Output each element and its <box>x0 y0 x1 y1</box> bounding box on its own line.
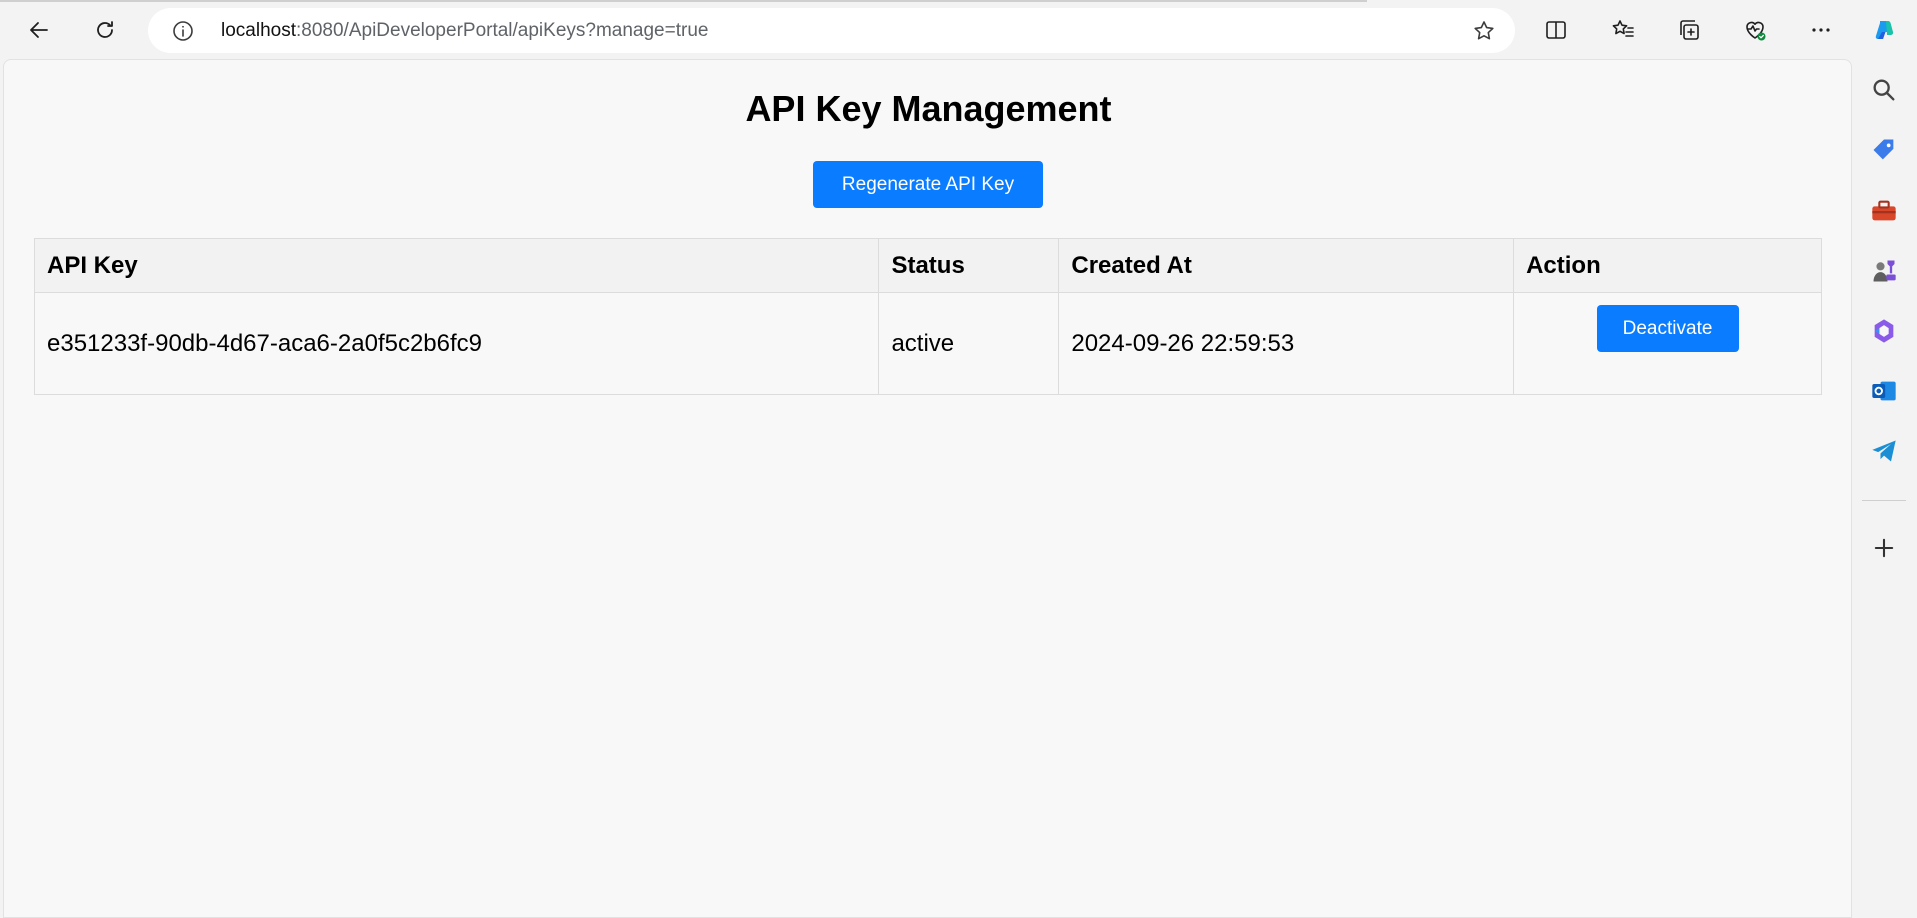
search-icon[interactable] <box>1866 72 1902 108</box>
api-key-cell: e351233f-90db-4d67-aca6-2a0f5c2b6fc9 <box>33 292 880 395</box>
copilot-button[interactable] <box>1864 10 1904 50</box>
page-title: API Key Management <box>745 88 1112 129</box>
collections-button[interactable] <box>1669 10 1709 50</box>
status-cell: active <box>878 292 1060 395</box>
regenerate-api-key-button[interactable]: Regenerate API Key <box>813 161 1043 208</box>
refresh-button[interactable] <box>85 10 125 50</box>
action-cell: Deactivate <box>1513 292 1822 395</box>
api-keys-table: API Key Status Created At Action e351233… <box>33 238 1822 395</box>
favorites-button[interactable] <box>1603 10 1643 50</box>
site-info-icon[interactable] <box>170 18 196 44</box>
copilot-m365-icon[interactable] <box>1866 313 1902 349</box>
url-path: :8080/ApiDeveloperPortal/apiKeys?manage=… <box>296 20 709 41</box>
page-load-progress <box>0 0 1367 2</box>
table-header-row: API Key Status Created At Action <box>33 238 1822 293</box>
add-icon[interactable] <box>1866 530 1902 566</box>
url-text[interactable]: localhost:8080/ApiDeveloperPortal/apiKey… <box>221 8 708 53</box>
toolbox-icon[interactable] <box>1866 193 1902 229</box>
favorites-list-icon <box>1612 20 1634 37</box>
copilot-icon <box>1875 21 1894 39</box>
page-content: API Key Management Regenerate API Key AP… <box>3 59 1852 918</box>
browser-essentials-button[interactable] <box>1735 10 1775 50</box>
column-header-action: Action <box>1513 238 1822 293</box>
back-button[interactable] <box>19 10 59 50</box>
browser-toolbar: localhost:8080/ApiDeveloperPortal/apiKey… <box>0 0 1917 60</box>
split-screen-icon <box>1546 21 1566 39</box>
telegram-icon[interactable] <box>1866 433 1902 469</box>
more-options-button[interactable] <box>1801 10 1841 50</box>
collections-icon <box>1680 20 1699 40</box>
games-icon[interactable] <box>1866 253 1902 289</box>
outlook-icon[interactable] <box>1866 373 1902 409</box>
ellipsis-icon <box>1812 28 1830 32</box>
sidebar-divider <box>1862 500 1906 501</box>
split-screen-button[interactable] <box>1536 10 1576 50</box>
created-at-cell: 2024-09-26 22:59:53 <box>1058 292 1515 395</box>
url-host: localhost <box>221 20 296 41</box>
heart-pulse-icon <box>1746 21 1766 41</box>
back-arrow-icon <box>30 22 48 38</box>
refresh-icon <box>97 21 113 38</box>
column-header-status: Status <box>878 238 1060 293</box>
shopping-tag-icon[interactable] <box>1866 132 1902 168</box>
column-header-created-at: Created At <box>1058 238 1515 293</box>
address-bar[interactable]: localhost:8080/ApiDeveloperPortal/apiKey… <box>148 8 1515 53</box>
table-row: e351233f-90db-4d67-aca6-2a0f5c2b6fc9 act… <box>33 292 1822 395</box>
browser-sidebar <box>1852 60 1917 918</box>
column-header-api-key: API Key <box>33 238 880 293</box>
deactivate-button[interactable]: Deactivate <box>1596 305 1739 352</box>
favorite-star-icon[interactable] <box>1471 18 1497 44</box>
